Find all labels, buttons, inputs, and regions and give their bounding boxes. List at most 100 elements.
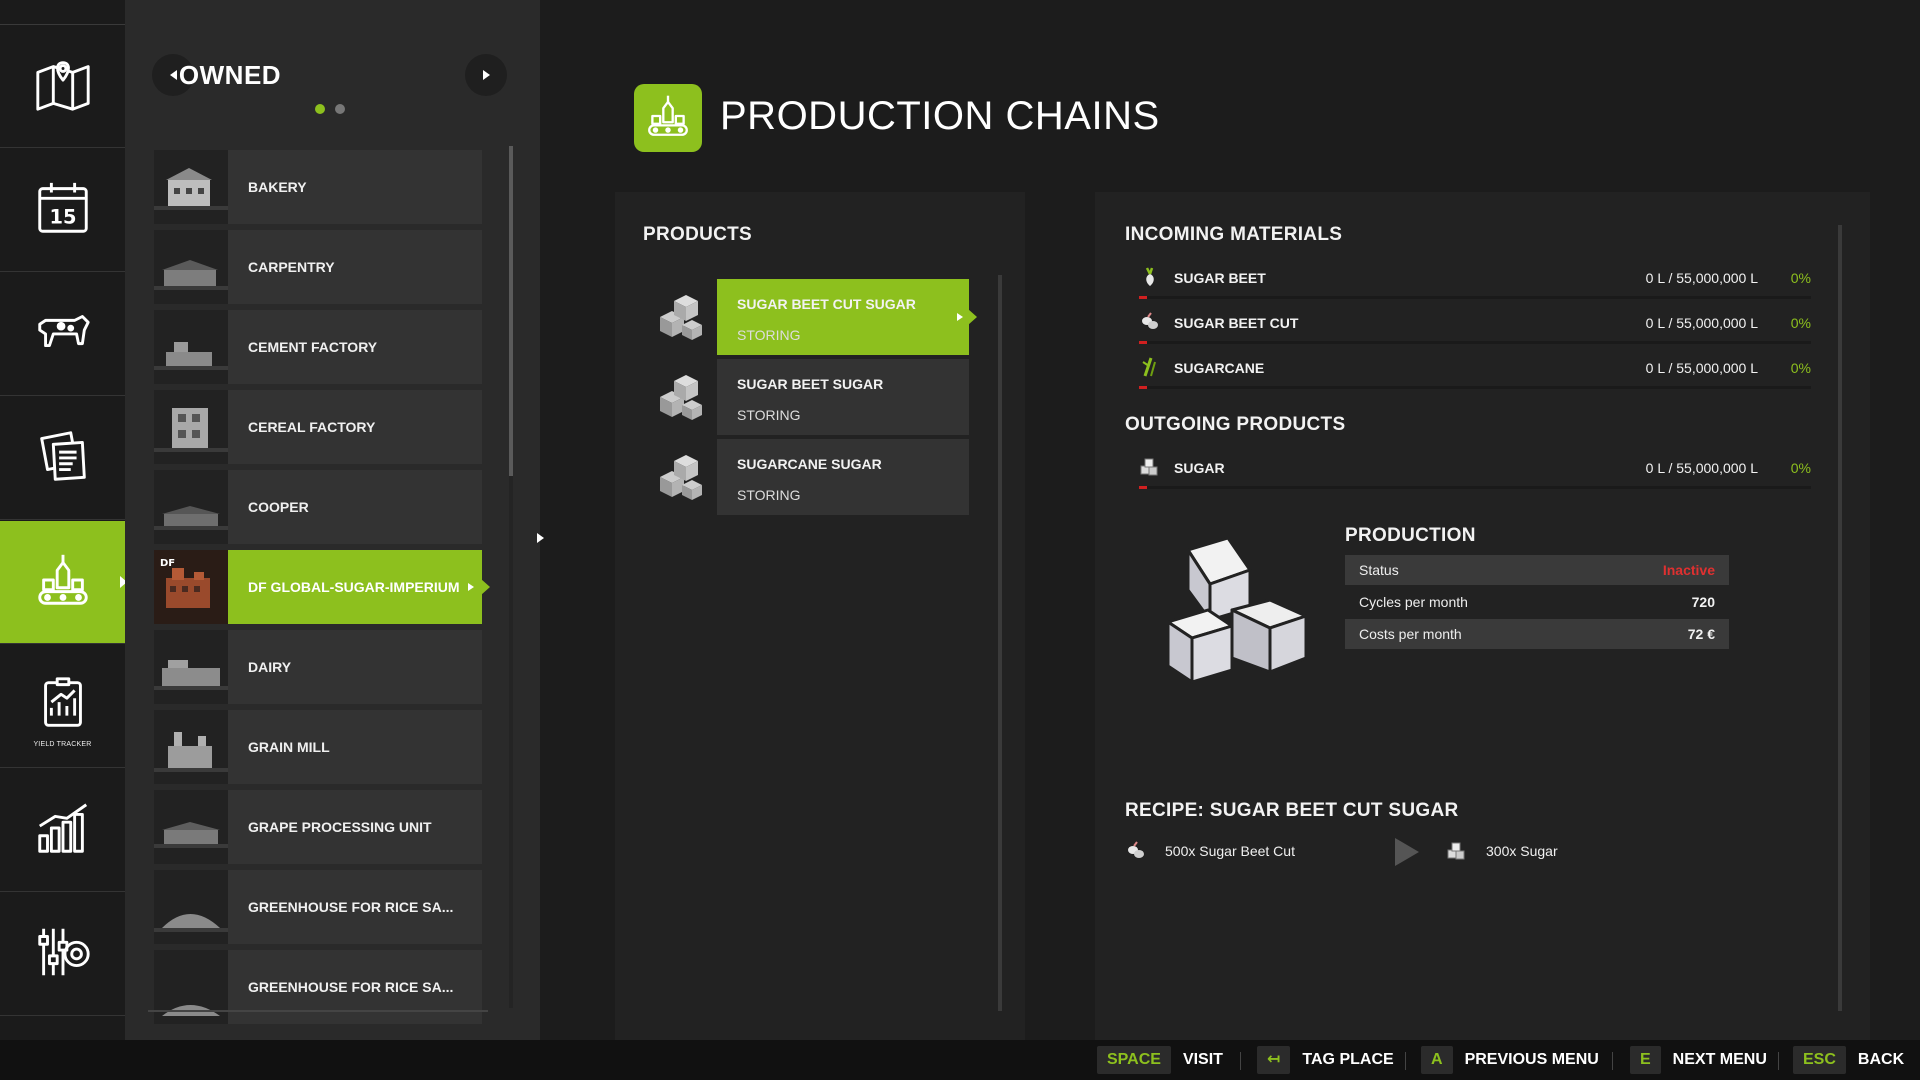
arrow-right-icon bbox=[482, 70, 490, 80]
owned-item-label: GREENHOUSE FOR RICE SA... bbox=[248, 899, 454, 915]
nav-item-settings[interactable] bbox=[0, 893, 125, 1016]
building-thumbnail bbox=[154, 630, 228, 704]
material-amount: 0 L / 55,000,000 L bbox=[1645, 270, 1758, 286]
owned-item-label: BAKERY bbox=[248, 179, 307, 195]
owned-title: OWNED bbox=[178, 60, 282, 90]
owned-item-cement-factory[interactable]: CEMENT FACTORY bbox=[154, 310, 482, 384]
calendar-icon: 15 bbox=[32, 177, 94, 244]
production-cycles-value: 720 bbox=[1691, 594, 1715, 610]
nav-item-yield-tracker[interactable]: YIELD TRACKER bbox=[0, 645, 125, 768]
hint-key: SPACE bbox=[1097, 1046, 1171, 1074]
collapse-panel-arrow-icon[interactable] bbox=[537, 533, 544, 543]
hint-action: PREVIOUS MENU bbox=[1464, 1051, 1599, 1068]
hint-action: NEXT MENU bbox=[1672, 1051, 1767, 1068]
sugarcane-icon bbox=[1139, 356, 1161, 378]
animals-icon bbox=[32, 301, 94, 368]
product-thumbnail bbox=[643, 439, 717, 515]
hint-key: A bbox=[1421, 1046, 1453, 1074]
production-stat-label: Cycles per month bbox=[1359, 594, 1468, 610]
product-status: STORING bbox=[737, 407, 801, 423]
nav-item-statistics[interactable] bbox=[0, 769, 125, 892]
owned-item-label: GRAPE PROCESSING UNIT bbox=[248, 819, 432, 835]
nav-item-calendar[interactable]: 15 bbox=[0, 149, 125, 272]
material-percent: 0% bbox=[1790, 360, 1811, 376]
hint-next-menu[interactable]: E NEXT MENU bbox=[1630, 1046, 1767, 1074]
owned-item-label: COOPER bbox=[248, 499, 309, 515]
selected-arrow-icon bbox=[468, 583, 474, 591]
production-icon bbox=[643, 91, 693, 146]
production-stat-label: Status bbox=[1359, 562, 1399, 578]
owned-item-cereal-factory[interactable]: CEREAL FACTORY bbox=[154, 390, 482, 464]
owned-scrollbar-thumb[interactable] bbox=[509, 146, 513, 476]
building-thumbnail bbox=[154, 790, 228, 864]
yield-tracker-icon bbox=[32, 673, 94, 740]
nav-item-production[interactable] bbox=[0, 521, 127, 644]
selection-pointer bbox=[481, 579, 490, 595]
hint-visit[interactable]: SPACE VISIT bbox=[1097, 1046, 1223, 1074]
recipe-arrow-icon bbox=[1395, 838, 1419, 866]
product-thumbnail bbox=[643, 279, 717, 355]
owned-item-dairy[interactable]: DAIRY bbox=[154, 630, 482, 704]
selected-arrow-icon bbox=[957, 313, 963, 321]
owned-item-greenhouse-2[interactable]: GREENHOUSE FOR RICE SA... bbox=[154, 950, 482, 1024]
owned-list-divider bbox=[148, 1010, 488, 1012]
production-costs-value: 72 € bbox=[1687, 626, 1715, 642]
hint-key: ESC bbox=[1793, 1046, 1846, 1074]
contracts-icon bbox=[32, 425, 94, 492]
recipe-title: RECIPE: SUGAR BEET CUT SUGAR bbox=[1125, 800, 1459, 821]
incoming-materials-title: INCOMING MATERIALS bbox=[1125, 224, 1343, 245]
hint-back[interactable]: ESC BACK bbox=[1793, 1046, 1904, 1074]
page-dot-2[interactable] bbox=[335, 104, 345, 114]
page-title: PRODUCTION CHAINS bbox=[720, 94, 1160, 138]
details-scrollbar[interactable] bbox=[1838, 225, 1842, 1011]
building-thumbnail bbox=[154, 870, 228, 944]
product-item-sugarcane-sugar[interactable]: SUGARCANE SUGAR STORING bbox=[643, 439, 969, 515]
owned-item-bakery[interactable]: BAKERY bbox=[154, 150, 482, 224]
sugar-beet-icon bbox=[1139, 266, 1161, 288]
settings-icon bbox=[32, 921, 94, 988]
page-dot-1[interactable] bbox=[315, 104, 325, 114]
production-status-row: Status Inactive bbox=[1345, 555, 1729, 585]
product-status: STORING bbox=[737, 327, 801, 343]
owned-item-label: DF GLOBAL-SUGAR-IMPERIUM bbox=[248, 579, 460, 595]
owned-item-label: CEREAL FACTORY bbox=[248, 419, 376, 435]
owned-item-carpentry[interactable]: CARPENTRY bbox=[154, 230, 482, 304]
statistics-icon bbox=[32, 797, 94, 864]
building-thumbnail bbox=[154, 470, 228, 544]
material-amount: 0 L / 55,000,000 L bbox=[1645, 460, 1758, 476]
hint-tag-place[interactable]: ↤ TAG PLACE bbox=[1257, 1046, 1394, 1074]
building-thumbnail bbox=[154, 230, 228, 304]
map-icon bbox=[32, 53, 94, 120]
owned-next-page-button[interactable] bbox=[465, 54, 507, 96]
sugar-cubes-illustration bbox=[1158, 530, 1318, 700]
recipe-output-text: 300x Sugar bbox=[1486, 843, 1558, 859]
product-item-sugar-beet-cut-sugar[interactable]: SUGAR BEET CUT SUGAR STORING bbox=[643, 279, 977, 355]
material-fill-level bbox=[1139, 296, 1147, 299]
product-item-sugar-beet-sugar[interactable]: SUGAR BEET SUGAR STORING bbox=[643, 359, 969, 435]
production-stat-label: Costs per month bbox=[1359, 626, 1462, 642]
product-status: STORING bbox=[737, 487, 801, 503]
hint-previous-menu[interactable]: A PREVIOUS MENU bbox=[1421, 1046, 1599, 1074]
product-thumbnail bbox=[643, 359, 717, 435]
material-fill-bar bbox=[1139, 486, 1811, 489]
owned-item-grain-mill[interactable]: GRAIN MILL bbox=[154, 710, 482, 784]
nav-item-map[interactable] bbox=[0, 25, 125, 148]
products-scrollbar[interactable] bbox=[998, 275, 1002, 1011]
owned-item-cooper[interactable]: COOPER bbox=[154, 470, 482, 544]
nav-item-animals[interactable] bbox=[0, 273, 125, 396]
hint-divider bbox=[1240, 1052, 1241, 1070]
building-thumbnail bbox=[154, 710, 228, 784]
owned-item-greenhouse-1[interactable]: GREENHOUSE FOR RICE SA... bbox=[154, 870, 482, 944]
owned-item-grape-processing-unit[interactable]: GRAPE PROCESSING UNIT bbox=[154, 790, 482, 864]
building-thumbnail bbox=[154, 390, 228, 464]
hint-action: TAG PLACE bbox=[1302, 1051, 1394, 1068]
nav-item-contracts[interactable] bbox=[0, 397, 125, 520]
material-percent: 0% bbox=[1790, 270, 1811, 286]
owned-item-df-global-sugar-imperium[interactable]: DF DF GLOBAL-SUGAR-IMPERIUM bbox=[154, 550, 490, 624]
material-amount: 0 L / 55,000,000 L bbox=[1645, 315, 1758, 331]
building-thumbnail bbox=[154, 950, 228, 1024]
hint-divider bbox=[1778, 1052, 1779, 1070]
material-fill-level bbox=[1139, 386, 1147, 389]
material-name: SUGAR BEET bbox=[1174, 270, 1266, 286]
sugar-beet-cut-icon bbox=[1125, 840, 1147, 862]
